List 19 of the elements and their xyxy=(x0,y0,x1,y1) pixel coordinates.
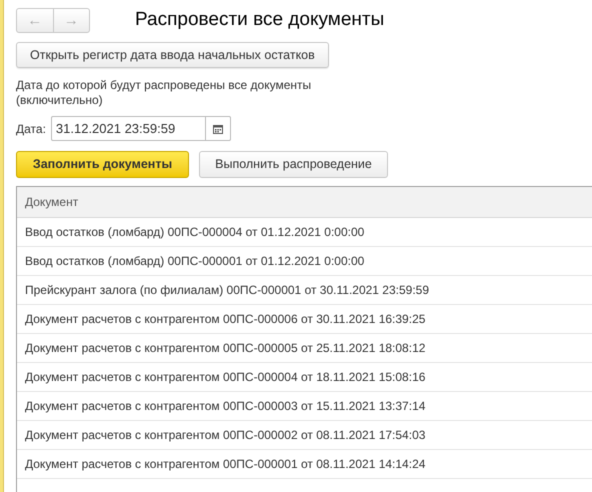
fill-documents-button[interactable]: Заполнить документы xyxy=(16,151,189,178)
calendar-button[interactable] xyxy=(206,116,231,141)
table-cell[interactable]: Прейскурант залога (по филиалам) 00ПС-000001 от 30.11.2021 23:59:59 xyxy=(17,276,592,305)
calendar-icon xyxy=(212,124,223,134)
table-cell[interactable]: Документ расчетов с контрагентом 00ПС-000006 от 30.11.2021 16:39:25 xyxy=(17,305,592,334)
run-button[interactable]: Выполнить распроведение xyxy=(199,151,388,178)
table-cell[interactable]: Документ расчетов с контрагентом 00ПС-000002 от 08.11.2021 17:54:03 xyxy=(17,421,592,450)
date-hint: Дата до которой будут распроведены все документы (включительно) xyxy=(16,78,312,108)
date-label: Дата: xyxy=(16,120,46,138)
open-register-button[interactable]: Открыть регистр дата ввода начальных остатков xyxy=(16,42,329,68)
table-cell[interactable]: Ввод остатков (ломбард) 00ПС-000004 от 01.12.2021 0:00:00 xyxy=(17,218,592,247)
table-cell[interactable]: Ввод остатков (ломбард) 00ПС-000001 от 01.12.2021 0:00:00 xyxy=(17,247,592,276)
window-title: Распровести все документы xyxy=(135,8,384,32)
date-field[interactable]: 31.12.2021 23:59:59 xyxy=(50,116,206,141)
column-header[interactable]: Документ xyxy=(17,187,592,218)
table-cell[interactable]: Документ расчетов с контрагентом 00ПС-000003 от 15.11.2021 13:37:14 xyxy=(17,392,592,421)
table-cell[interactable]: Документ расчетов с контрагентом 00ПС-000001 от 08.11.2021 14:14:24 xyxy=(17,450,592,479)
table-cell[interactable]: Документ расчетов с контрагентом 00ПС-000005 от 25.11.2021 18:08:12 xyxy=(17,334,592,363)
table-cell[interactable]: Документ расчетов с контрагентом 00ПС-000004 от 18.11.2021 15:08:16 xyxy=(17,363,592,392)
